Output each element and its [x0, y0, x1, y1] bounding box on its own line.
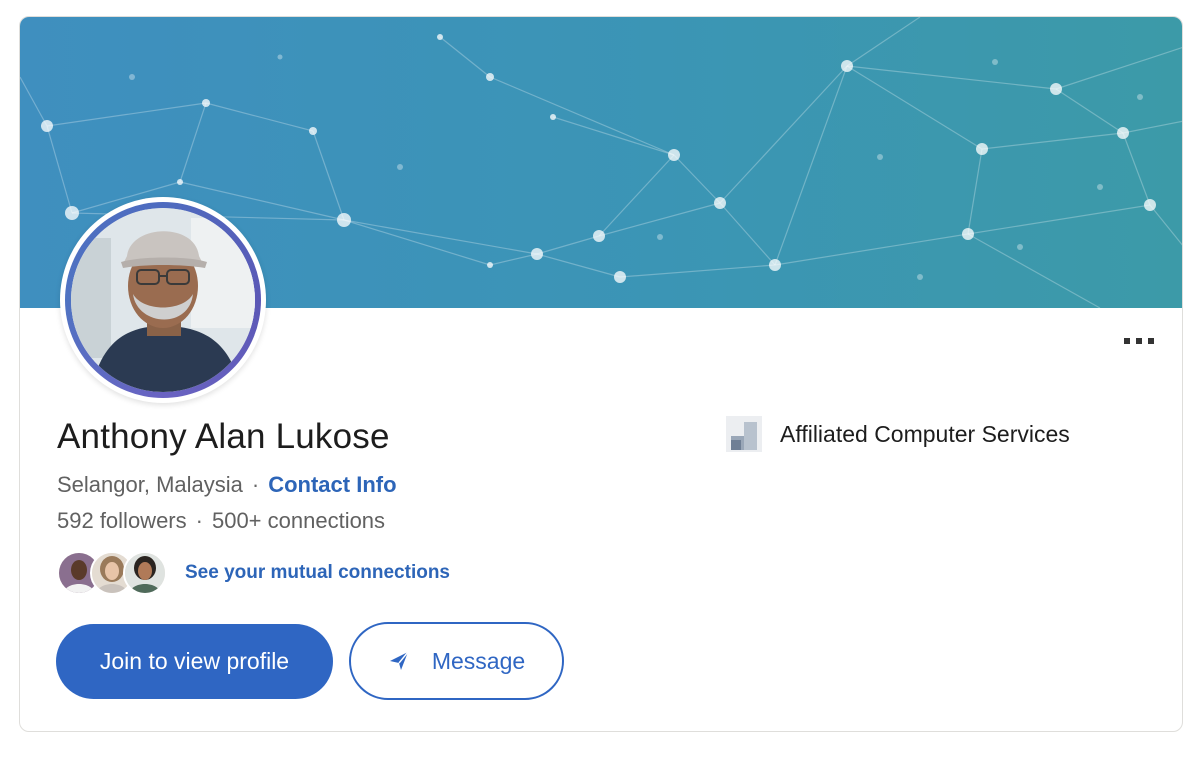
profile-card: Anthony Alan Lukose Selangor, Malaysia · C… — [19, 16, 1183, 732]
person-photo-icon — [71, 208, 255, 392]
person-icon — [125, 553, 165, 593]
followers-count: 592 followers — [57, 508, 187, 533]
avatar-ring — [65, 202, 261, 398]
send-icon — [388, 650, 410, 672]
message-button[interactable]: Message — [349, 622, 564, 700]
location-text: Selangor, Malaysia — [57, 472, 243, 497]
avatar-photo — [71, 208, 255, 392]
company-logo-icon — [726, 416, 762, 452]
message-label: Message — [431, 647, 526, 674]
location-line: Selangor, Malaysia · Contact Info — [57, 472, 397, 498]
contact-info-link[interactable]: Contact Info — [268, 472, 396, 497]
mutual-avatar-3 — [123, 551, 167, 595]
profile-name: Anthony Alan Lukose — [57, 417, 390, 456]
connections-count: 500+ connections — [211, 508, 386, 533]
mutual-connections-link[interactable]: See your mutual connections — [185, 562, 450, 584]
separator-dot: · — [195, 508, 203, 533]
current-company[interactable]: Affiliated Computer Services — [726, 415, 1070, 453]
more-options-button[interactable] — [1122, 330, 1156, 352]
more-options-icon — [1124, 338, 1154, 344]
company-name: Affiliated Computer Services — [780, 420, 1070, 447]
join-to-view-profile-button[interactable]: Join to view profile — [56, 624, 333, 699]
network-stats-line: 592 followers · 500+ connections — [57, 508, 385, 534]
profile-avatar — [60, 197, 266, 403]
mutual-connections: See your mutual connections — [57, 550, 450, 596]
separator-dot: · — [251, 472, 260, 497]
